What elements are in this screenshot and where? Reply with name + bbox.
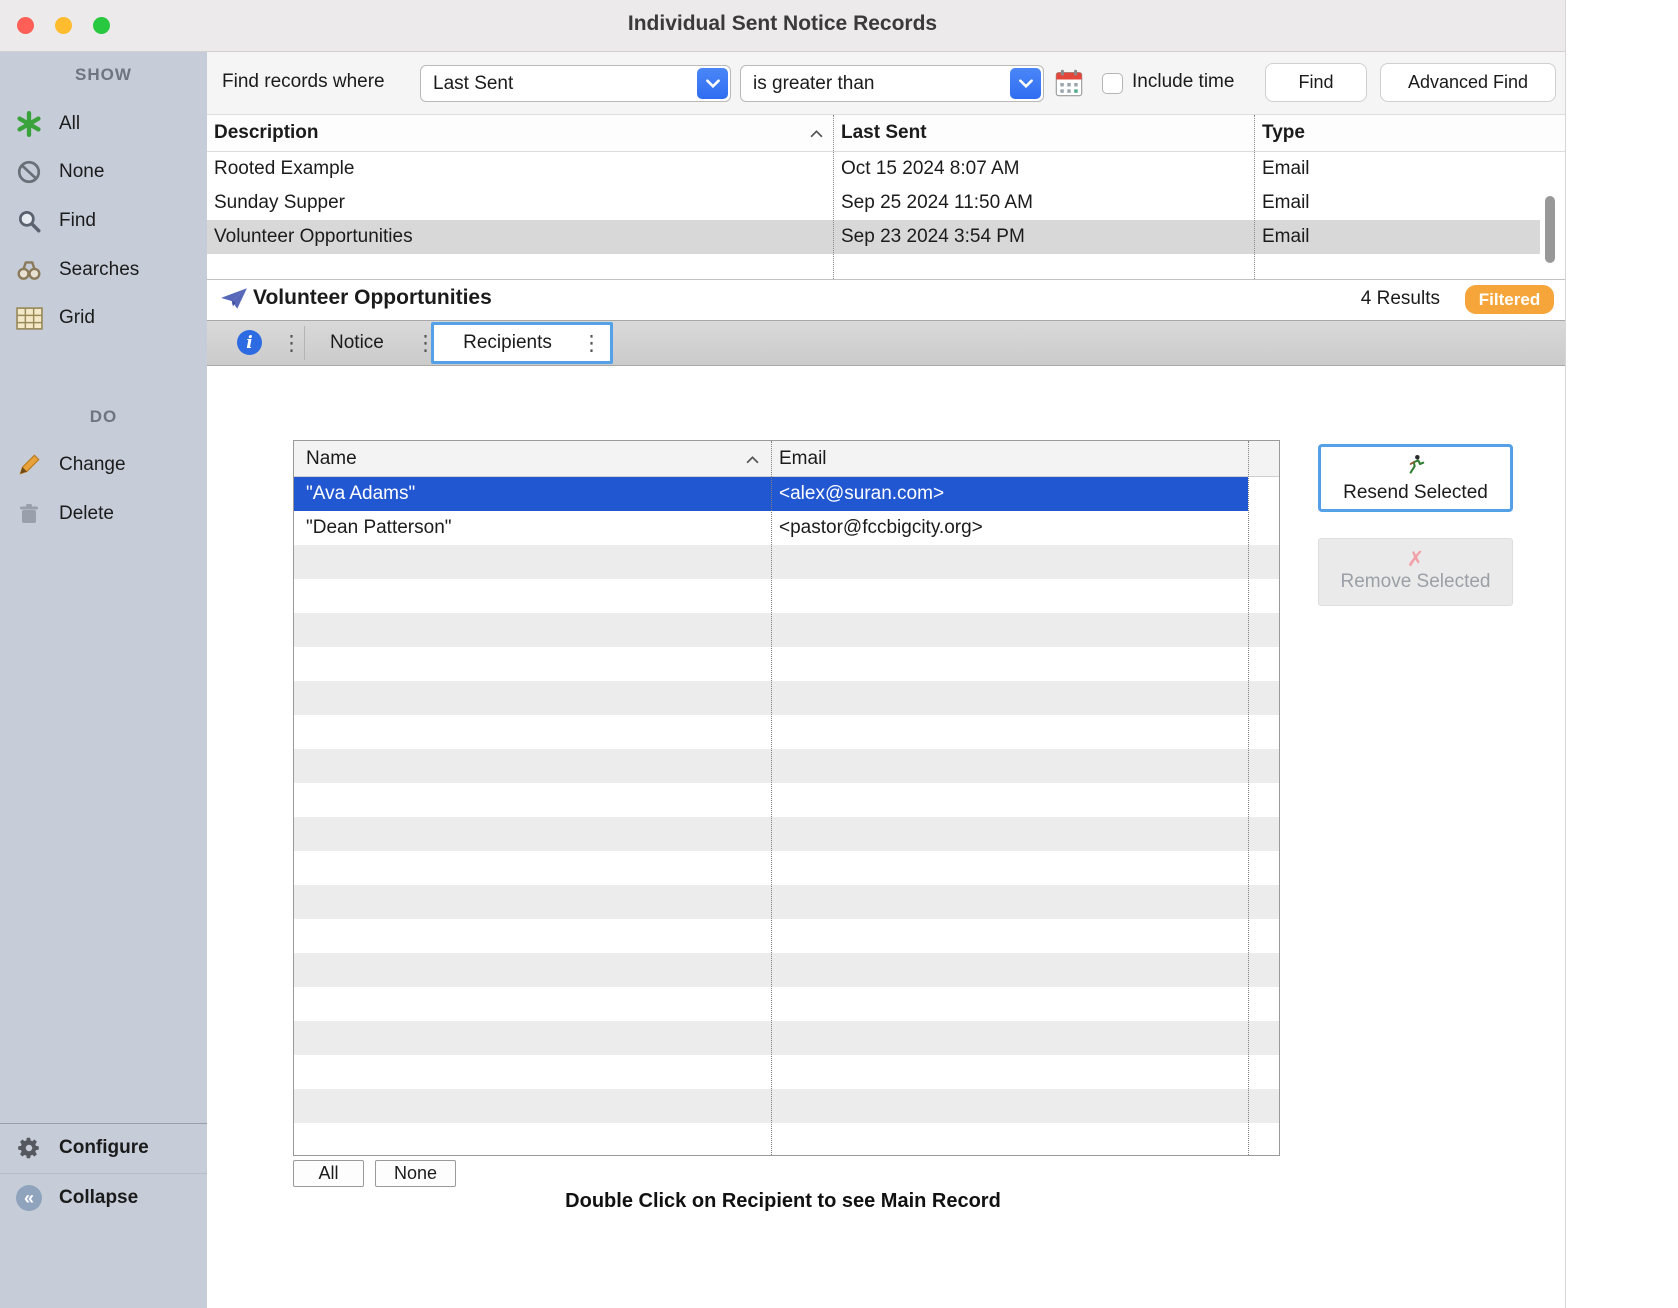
paper-plane-icon xyxy=(220,287,248,316)
x-icon: ✗ xyxy=(1407,551,1425,569)
calendar-icon[interactable] xyxy=(1054,68,1084,98)
record-row[interactable]: Sunday Supper Sep 25 2024 11:50 AM Email xyxy=(207,186,1540,220)
results-count: 4 Results xyxy=(1361,288,1440,310)
chevron-down-icon xyxy=(1010,68,1041,99)
sidebar-section-do: DO xyxy=(0,407,207,427)
sidebar-item-find[interactable]: Find xyxy=(0,203,207,239)
main-area: Find records where Last Sent is greater … xyxy=(207,52,1566,1308)
titlebar: Individual Sent Notice Records xyxy=(0,0,1565,52)
overflow-menu-icon[interactable]: ⋮ xyxy=(281,331,302,356)
tab-bar: i ⋮ Notice ⋮ Recipients ⋮ xyxy=(207,320,1566,366)
scrollbar-thumb[interactable] xyxy=(1545,196,1555,263)
column-divider xyxy=(833,115,834,279)
find-bar: Find records where Last Sent is greater … xyxy=(207,52,1566,114)
column-header-name[interactable]: Name xyxy=(294,441,771,476)
column-header-description[interactable]: Description xyxy=(207,115,833,151)
detail-header: Volunteer Opportunities 4 Results Filter… xyxy=(207,280,1566,320)
find-records-where-label: Find records where xyxy=(222,71,385,93)
column-header-type[interactable]: Type xyxy=(1254,115,1540,151)
column-header-last-sent[interactable]: Last Sent xyxy=(833,115,1254,151)
include-time-label: Include time xyxy=(1132,71,1234,93)
sort-asc-icon xyxy=(746,448,759,470)
record-row-selected[interactable]: Volunteer Opportunities Sep 23 2024 3:54… xyxy=(207,220,1540,254)
magnifier-icon xyxy=(14,206,44,236)
pencil-icon xyxy=(14,450,44,480)
sidebar-item-change[interactable]: Change xyxy=(0,447,207,483)
recipients-table: Name Email "Ava Adams" <alex@suran.com> … xyxy=(293,440,1280,1156)
remove-selected-button[interactable]: ✗ Remove Selected xyxy=(1318,538,1513,606)
sidebar-item-none[interactable]: None xyxy=(0,154,207,190)
segment-divider xyxy=(304,326,305,360)
asterisk-icon xyxy=(14,109,44,139)
column-divider xyxy=(771,441,772,1155)
field-dropdown[interactable]: Last Sent xyxy=(420,65,731,102)
detail-title: Volunteer Opportunities xyxy=(253,286,492,310)
sidebar-item-all[interactable]: All xyxy=(0,106,207,142)
recipients-table-header: Name Email xyxy=(294,441,1279,477)
find-button[interactable]: Find xyxy=(1265,63,1367,102)
sidebar-item-configure[interactable]: Configure xyxy=(0,1130,207,1166)
sidebar-item-grid[interactable]: Grid xyxy=(0,300,207,336)
operator-dropdown-value: is greater than xyxy=(741,73,1010,95)
info-icon[interactable]: i xyxy=(237,330,262,355)
select-all-button[interactable]: All xyxy=(293,1160,364,1187)
record-row[interactable]: Rooted Example Oct 15 2024 8:07 AM Email xyxy=(207,152,1540,186)
grid-icon xyxy=(14,303,44,333)
sidebar-section-show: SHOW xyxy=(0,65,207,85)
include-time-checkbox[interactable] xyxy=(1102,73,1123,94)
trash-icon xyxy=(14,499,44,529)
column-divider xyxy=(1248,441,1249,1155)
advanced-find-button[interactable]: Advanced Find xyxy=(1380,63,1556,102)
column-divider xyxy=(1254,115,1255,279)
recipient-row[interactable]: "Dean Patterson" <pastor@fccbigcity.org> xyxy=(294,511,1279,545)
select-none-button[interactable]: None xyxy=(375,1160,456,1187)
sidebar-item-searches[interactable]: Searches xyxy=(0,252,207,288)
none-icon xyxy=(14,157,44,187)
sidebar-divider xyxy=(0,1173,207,1174)
gear-icon xyxy=(14,1133,44,1163)
records-table: Description Last Sent Type Rooted Exampl… xyxy=(207,114,1566,280)
app-window: Individual Sent Notice Records SHOW All … xyxy=(0,0,1566,1308)
sort-asc-icon xyxy=(810,122,823,144)
sidebar-item-delete[interactable]: Delete xyxy=(0,496,207,532)
resend-selected-button[interactable]: Resend Selected xyxy=(1318,444,1513,512)
sidebar-divider xyxy=(0,1123,207,1124)
tab-notice[interactable]: Notice xyxy=(330,332,384,354)
field-dropdown-value: Last Sent xyxy=(421,73,697,95)
operator-dropdown[interactable]: is greater than xyxy=(740,65,1044,102)
binoculars-icon xyxy=(14,255,44,285)
tab-recipients[interactable]: Recipients ⋮ xyxy=(431,322,613,364)
records-table-header: Description Last Sent Type xyxy=(207,115,1566,152)
column-header-email[interactable]: Email xyxy=(771,441,1279,476)
runner-icon xyxy=(1407,453,1425,480)
footer-hint: Double Click on Recipient to see Main Re… xyxy=(0,1190,1566,1213)
empty-rows xyxy=(294,545,1279,1155)
filtered-badge[interactable]: Filtered xyxy=(1465,285,1554,314)
overflow-menu-icon[interactable]: ⋮ xyxy=(581,331,602,356)
chevron-down-icon xyxy=(697,68,728,99)
window-title: Individual Sent Notice Records xyxy=(0,12,1565,36)
sidebar: SHOW All None Find Searches xyxy=(0,52,207,1308)
